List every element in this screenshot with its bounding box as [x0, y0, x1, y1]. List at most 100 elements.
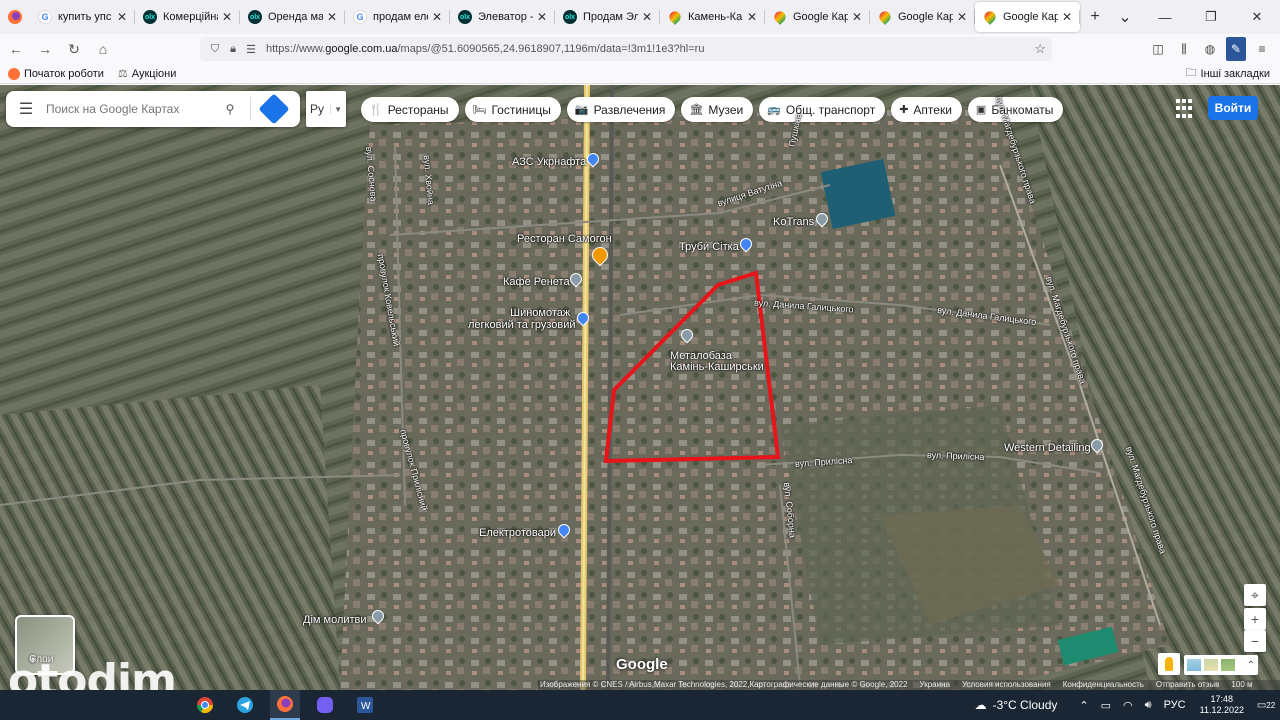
maps-pin-icon — [982, 9, 998, 25]
place-label-western[interactable]: Western Detailing — [1004, 442, 1091, 454]
volume-icon[interactable]: 🔊︎ — [1145, 699, 1152, 712]
input-language[interactable]: РУС — [1164, 699, 1186, 711]
browser-tab[interactable]: Google Карты ✕ — [765, 2, 870, 32]
street-view-pegman-icon[interactable] — [1158, 653, 1180, 675]
place-label-tire-service-1[interactable]: Шиномотаж — [510, 307, 570, 319]
place-label-restaurant[interactable]: Ресторан Самогон — [517, 233, 612, 245]
directions-icon[interactable] — [258, 93, 290, 125]
chrome-icon[interactable] — [190, 690, 220, 720]
place-label-truby[interactable]: Труби Сітка — [679, 241, 739, 253]
notifications-icon[interactable]: ▭ 22 — [1252, 690, 1280, 720]
forward-arrow-icon[interactable]: → — [32, 36, 58, 62]
place-label-metalbase-2[interactable]: Камінь-Каширськи — [670, 361, 764, 373]
browser-tab[interactable]: olx Элеватор - Нер ✕ — [450, 2, 555, 32]
search-icon[interactable]: ⚲ — [216, 102, 244, 116]
close-tab-icon[interactable]: ✕ — [327, 10, 337, 24]
browser-tab[interactable]: olx Оренда магази ✕ — [240, 2, 345, 32]
browser-tab[interactable]: Google Карты ✕ — [975, 2, 1080, 32]
close-tab-icon[interactable]: ✕ — [222, 10, 232, 24]
map-search-input[interactable] — [46, 102, 216, 116]
browser-tab[interactable]: olx Продам Элева ✕ — [555, 2, 660, 32]
zoom-out-button[interactable]: − — [1244, 630, 1266, 652]
pocket-icon[interactable]: ◫ — [1148, 37, 1168, 61]
home-icon[interactable]: ⌂ — [90, 36, 116, 62]
close-tab-icon[interactable]: ✕ — [117, 10, 127, 24]
firefox-taskbar-icon[interactable] — [270, 690, 300, 720]
lock-icon[interactable]: 🔒︎ — [224, 43, 242, 56]
word-icon[interactable]: W — [350, 690, 380, 720]
bed-icon: 🛏 — [472, 104, 487, 116]
browser-tab[interactable]: Камень-Кашир ✕ — [660, 2, 765, 32]
list-tabs-chevron-down-icon[interactable]: ⌄ — [1110, 7, 1140, 27]
network-icon[interactable]: ▭ — [1101, 699, 1111, 712]
map-canvas[interactable]: ☰ ⚲ Ру ▼ 🍴 Рестораны 🛏 Гостиницы 📷 Развлечени… — [0, 85, 1280, 690]
close-tab-icon[interactable]: ✕ — [642, 10, 652, 24]
browser-tab[interactable]: olx Комерційна не ✕ — [135, 2, 240, 32]
browser-tab[interactable]: Gпродам елеват ✕ — [345, 2, 450, 32]
chip-atm[interactable]: ▣ Банкоматы — [967, 97, 1064, 122]
tab-title: Камень-Кашир — [688, 11, 743, 23]
chip-camera[interactable]: 📷 Развлечения — [566, 97, 676, 122]
chip-bed[interactable]: 🛏 Гостиницы — [464, 97, 561, 122]
close-tab-icon[interactable]: ✕ — [957, 10, 967, 24]
bookmark-star-icon[interactable]: ☆ — [1034, 41, 1046, 57]
place-label-tire-service-2[interactable]: легковий та грузовий — [468, 319, 576, 331]
terrain-thumb[interactable] — [1204, 659, 1218, 671]
auction-icon: ⚖ — [117, 68, 128, 80]
new-tab-button[interactable]: + — [1080, 8, 1110, 26]
place-label-kotrans[interactable]: KoTrans — [773, 216, 814, 228]
viber-icon[interactable] — [310, 690, 340, 720]
map-search-box: ☰ ⚲ — [6, 91, 300, 127]
place-label-azs[interactable]: АЗС Укрнафта — [512, 156, 586, 168]
chevron-up-icon[interactable]: ⌃ — [1079, 699, 1088, 712]
browser-tab[interactable]: Gкупить упс - П ✕ — [30, 2, 135, 32]
weather-widget[interactable]: ☁ -3°C Cloudy — [975, 698, 1058, 712]
close-tab-icon[interactable]: ✕ — [747, 10, 757, 24]
firefox-menu-icon[interactable] — [0, 0, 30, 34]
minimize-button[interactable]: — — [1142, 0, 1188, 34]
place-label-church[interactable]: Дім молитви — [303, 614, 367, 626]
chip-museum[interactable]: 🏛 Музеи — [681, 97, 754, 122]
sign-in-button[interactable]: Войти — [1208, 96, 1258, 120]
tab-title: Google Карты — [1003, 11, 1058, 23]
app-menu-icon[interactable]: ≡ — [1252, 37, 1272, 61]
close-tab-icon[interactable]: ✕ — [537, 10, 547, 24]
extension-icon[interactable]: ✎ — [1226, 37, 1246, 61]
close-tab-icon[interactable]: ✕ — [1062, 10, 1072, 24]
library-icon[interactable]: ⫼ — [1174, 37, 1194, 61]
language-select[interactable]: Ру ▼ — [306, 91, 346, 127]
permissions-icon[interactable]: ☰ — [242, 43, 260, 56]
chip-fork-knife[interactable]: 🍴 Рестораны — [361, 97, 459, 122]
tab-title: Продам Элева — [583, 11, 638, 23]
clock[interactable]: 17:48 11.12.2022 — [1200, 694, 1244, 716]
satellite-thumb[interactable] — [1221, 659, 1235, 671]
zoom-in-button[interactable]: + — [1244, 608, 1266, 630]
back-arrow-icon[interactable]: ← — [3, 36, 29, 62]
url-text[interactable]: https://www.google.com.ua/maps/@51.60905… — [266, 43, 704, 55]
bookmark-getting-started[interactable]: Початок роботи — [8, 67, 104, 80]
other-bookmarks[interactable]: 🗀 Інші закладки — [1186, 64, 1270, 83]
close-window-button[interactable]: ✕ — [1234, 0, 1280, 34]
address-bar[interactable]: ⛉ 🔒︎ ☰ https://www.google.com.ua/maps/@5… — [200, 37, 1052, 61]
chip-pharmacy[interactable]: ✚ Аптеки — [891, 97, 962, 122]
shield-icon[interactable]: ⛉ — [206, 43, 224, 56]
place-label-cafe[interactable]: Кафе Ренета — [503, 276, 570, 288]
browser-tab[interactable]: Google Карты ✕ — [870, 2, 975, 32]
reload-icon[interactable]: ↻ — [61, 36, 87, 62]
maximize-button[interactable]: ❐ — [1188, 0, 1234, 34]
place-label-elektro[interactable]: Електротовари — [479, 527, 556, 539]
chip-bus[interactable]: 🚌 Общ. транспорт — [759, 97, 886, 122]
wifi-icon[interactable]: ◠ — [1123, 699, 1133, 712]
tab-title: Google Карты — [898, 11, 953, 23]
account-icon[interactable]: ◍ — [1200, 37, 1220, 61]
expand-icon[interactable]: ⌃ — [1247, 660, 1255, 671]
telegram-icon[interactable] — [230, 690, 260, 720]
close-tab-icon[interactable]: ✕ — [852, 10, 862, 24]
hamburger-menu-icon[interactable]: ☰ — [6, 99, 46, 119]
bookmark-auctions[interactable]: ⚖ Аукціони — [117, 67, 176, 81]
map-type-thumb[interactable] — [1187, 659, 1201, 671]
imagery-thumbnail-strip[interactable]: ⌃ — [1184, 655, 1258, 675]
close-tab-icon[interactable]: ✕ — [432, 10, 442, 24]
my-location-icon[interactable]: ⌖ — [1244, 584, 1266, 606]
google-apps-icon[interactable] — [1176, 99, 1196, 119]
